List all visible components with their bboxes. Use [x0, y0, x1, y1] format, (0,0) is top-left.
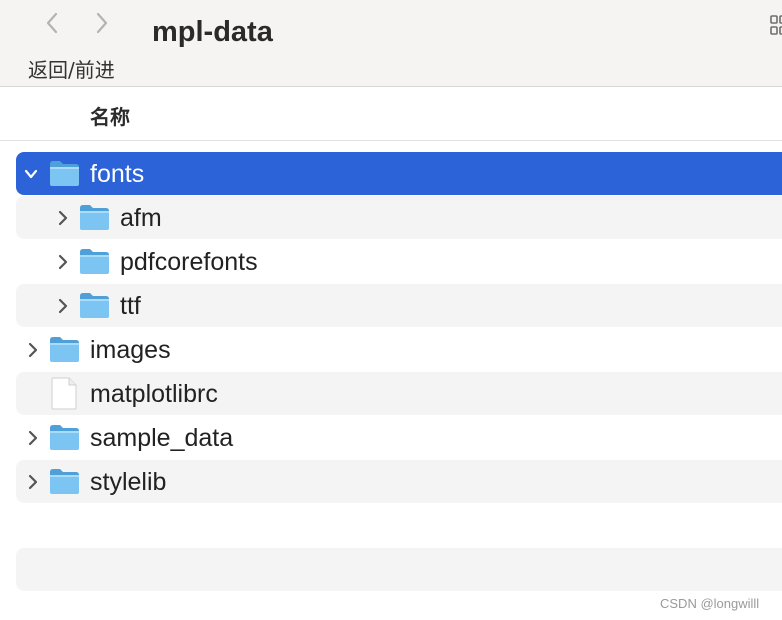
folder-icon [50, 469, 79, 494]
chevron-down-icon[interactable] [24, 165, 38, 183]
chevron-right-icon[interactable] [56, 253, 70, 271]
list-item-images[interactable]: images [16, 328, 782, 371]
list-item-pdfcorefonts[interactable]: pdfcorefonts [16, 240, 782, 283]
list-item-ttf[interactable]: ttf [16, 284, 782, 327]
chevron-right-icon [96, 12, 108, 34]
file-name: afm [120, 204, 162, 232]
file-name: pdfcorefonts [120, 248, 258, 276]
file-name: matplotlibrc [90, 380, 218, 408]
nav-caption: 返回/前进 [28, 58, 115, 82]
list-item-stylelib[interactable]: stylelib [16, 460, 782, 503]
chevron-right-icon[interactable] [26, 429, 40, 447]
chevron-right-icon[interactable] [26, 341, 40, 359]
folder-icon [80, 205, 109, 230]
file-name: stylelib [90, 468, 167, 496]
list-item-afm[interactable]: afm [16, 196, 782, 239]
list-item-fonts[interactable]: fonts [16, 152, 782, 195]
empty-row [16, 548, 782, 591]
view-options-icon[interactable] [770, 14, 782, 36]
chevron-right-icon[interactable] [26, 473, 40, 491]
document-icon [51, 377, 77, 410]
folder-icon [50, 337, 79, 362]
toolbar: 返回/前进 mpl-data [0, 0, 782, 87]
column-header-name[interactable]: 名称 [90, 101, 130, 130]
back-button[interactable] [38, 8, 66, 38]
folder-icon [50, 425, 79, 450]
chevron-right-icon[interactable] [56, 209, 70, 227]
folder-icon [80, 249, 109, 274]
list-item-sample-data[interactable]: sample_data [16, 416, 782, 459]
credit-watermark: CSDN @longwilll [660, 596, 760, 611]
forward-button[interactable] [88, 8, 116, 38]
folder-icon [50, 161, 79, 186]
chevron-right-icon[interactable] [56, 297, 70, 315]
file-name: sample_data [90, 424, 234, 452]
column-header: 名称 [0, 87, 782, 141]
folder-icon [80, 293, 109, 318]
file-name: images [90, 336, 171, 364]
file-name: fonts [90, 160, 145, 188]
chevron-left-icon [46, 12, 58, 34]
window-title: mpl-data [152, 16, 273, 48]
list-item-matplotlibrc[interactable]: matplotlibrc [16, 372, 782, 415]
file-name: ttf [120, 292, 141, 320]
